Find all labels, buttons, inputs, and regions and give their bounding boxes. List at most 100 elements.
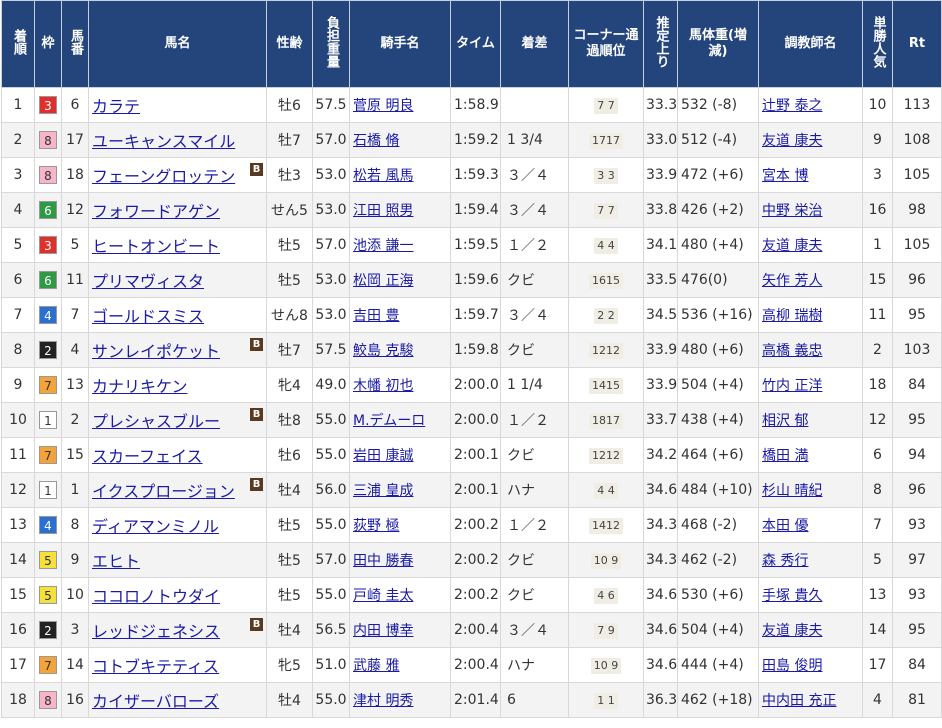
corner-cell: 10 9	[568, 647, 644, 683]
trainer-name-link[interactable]: 友道 康夫	[762, 623, 822, 639]
umaban-cell: 14	[61, 647, 89, 683]
horse-cell: エヒト	[88, 542, 267, 578]
horse-name-link[interactable]: カイザーバローズ	[92, 692, 219, 711]
jockey-name-link[interactable]: 江田 照男	[353, 203, 413, 219]
rank-cell: 2	[1, 122, 35, 158]
jockey-name-link[interactable]: 津村 明秀	[353, 693, 413, 709]
rating-cell: 113	[892, 87, 942, 123]
jockey-name-link[interactable]: 田中 勝春	[353, 553, 413, 569]
waku-badge: 1	[39, 411, 57, 429]
jockey-name-link[interactable]: 菅原 明良	[353, 98, 413, 114]
rating-cell: 81	[892, 682, 942, 718]
margin-cell: クビ	[500, 437, 569, 473]
trainer-name-link[interactable]: 森 秀行	[762, 553, 808, 569]
horse-name-link[interactable]: プリマヴィスタ	[92, 272, 204, 291]
margin-cell	[500, 87, 569, 123]
jockey-cell: 江田 照男	[349, 192, 451, 228]
horse-name-link[interactable]: ココロノトウダイ	[92, 587, 220, 606]
popularity-cell: 4	[862, 682, 893, 718]
jockey-name-link[interactable]: 松若 風馬	[353, 168, 413, 184]
popularity-cell: 9	[862, 122, 893, 158]
last3f-cell: 34.6	[643, 647, 678, 683]
trainer-name-link[interactable]: 中内田 充正	[762, 693, 836, 709]
jockey-name-link[interactable]: 荻野 極	[353, 518, 399, 534]
jockey-name-link[interactable]: 三浦 皇成	[353, 483, 413, 499]
rating-cell: 105	[892, 157, 942, 193]
last3f-cell: 34.6	[643, 472, 678, 508]
horse-name-link[interactable]: フォワードアゲン	[92, 202, 220, 221]
horse-name-link[interactable]: ディアマンミノル	[92, 517, 219, 536]
trainer-cell: 友道 康夫	[758, 227, 863, 263]
corner-cell: 7 7	[568, 87, 644, 123]
trainer-name-link[interactable]: 手塚 貴久	[762, 588, 822, 604]
jockey-name-link[interactable]: 池添 謙一	[353, 238, 413, 254]
jockey-name-link[interactable]: M.デムーロ	[353, 413, 425, 429]
last3f-cell: 33.9	[643, 367, 678, 403]
jockey-name-link[interactable]: 木幡 初也	[353, 378, 413, 394]
waku-badge: 1	[39, 481, 57, 499]
corner-badge: 2 2	[594, 307, 618, 324]
trainer-name-link[interactable]: 辻野 泰之	[762, 98, 822, 114]
jockey-cell: 荻野 極	[349, 507, 451, 543]
horse-name-link[interactable]: カラテ	[92, 97, 140, 116]
rating-cell: 103	[892, 332, 942, 368]
horse-name-link[interactable]: スカーフェイス	[92, 447, 203, 466]
trainer-name-link[interactable]: 友道 康夫	[762, 133, 822, 149]
trainer-name-link[interactable]: 友道 康夫	[762, 238, 822, 254]
waku-cell: 6	[34, 192, 62, 228]
horse-name-link[interactable]: サンレイポケット	[92, 342, 220, 361]
jockey-name-link[interactable]: 武藤 雅	[353, 658, 399, 674]
waku-badge: 6	[39, 201, 57, 219]
horse-name-link[interactable]: プレシャスブルー	[92, 412, 220, 431]
popularity-cell: 16	[862, 192, 893, 228]
corner-cell: 1615	[568, 262, 644, 298]
margin-cell: ハナ	[500, 472, 569, 508]
horse-name-link[interactable]: レッドジェネシス	[92, 622, 220, 641]
jockey-name-link[interactable]: 内田 博幸	[353, 623, 413, 639]
last3f-cell: 33.8	[643, 192, 678, 228]
horse-name-link[interactable]: カナリキケン	[92, 377, 188, 396]
horse-cell: ユーキャンスマイル	[88, 122, 267, 158]
horse-name-link[interactable]: ゴールドスミス	[92, 307, 204, 326]
body-weight-cell: 512 (-4)	[677, 122, 759, 158]
corner-badge: 1817	[589, 412, 623, 429]
horse-name-link[interactable]: フェーングロッテン	[92, 167, 235, 186]
jockey-name-link[interactable]: 吉田 豊	[353, 308, 399, 324]
rating-cell: 84	[892, 647, 942, 683]
horse-name-link[interactable]: エヒト	[92, 552, 140, 571]
horse-name-link[interactable]: ヒートオンビート	[92, 237, 220, 256]
trainer-name-link[interactable]: 本田 優	[762, 518, 808, 534]
horse-name-link[interactable]: コトブキテティス	[92, 657, 219, 676]
trainer-name-link[interactable]: 竹内 正洋	[762, 378, 822, 394]
waku-cell: 7	[34, 367, 62, 403]
trainer-name-link[interactable]: 高柳 瑞樹	[762, 308, 822, 324]
table-row: 1 3 6 カラテ 牡6 57.5 菅原 明良 1:58.9 7 7 33.3 532 (-8) 辻野…	[1, 87, 942, 123]
jockey-name-link[interactable]: 鮫島 克駿	[353, 343, 413, 359]
jockey-name-link[interactable]: 戸崎 圭太	[353, 588, 413, 604]
trainer-cell: 高橋 義忠	[758, 332, 863, 368]
corner-cell: 1717	[568, 122, 644, 158]
trainer-name-link[interactable]: 橋田 満	[762, 448, 808, 464]
trainer-name-link[interactable]: 中野 栄治	[762, 203, 822, 219]
waku-badge: 7	[39, 376, 57, 394]
trainer-name-link[interactable]: 杉山 晴紀	[762, 483, 822, 499]
jockey-name-link[interactable]: 石橋 脩	[353, 133, 399, 149]
jockey-name-link[interactable]: 岩田 康誠	[353, 448, 413, 464]
trainer-name-link[interactable]: 宮本 博	[762, 168, 808, 184]
time-cell: 2:00.2	[450, 507, 501, 543]
rating-cell: 94	[892, 437, 942, 473]
corner-cell: 1212	[568, 332, 644, 368]
horse-name-link[interactable]: ユーキャンスマイル	[92, 132, 235, 151]
jockey-name-link[interactable]: 松岡 正海	[353, 273, 413, 289]
header-rt: Rt	[892, 0, 942, 88]
trainer-name-link[interactable]: 矢作 芳人	[762, 273, 822, 289]
sexage-cell: 牡6	[266, 437, 313, 473]
horse-cell: スカーフェイス	[88, 437, 267, 473]
table-row: 13 4 8 ディアマンミノル 牡5 55.0 荻野 極 2:00.2 １／２ 1412 34.3 4…	[1, 507, 942, 543]
trainer-name-link[interactable]: 田島 俊明	[762, 658, 822, 674]
horse-name-link[interactable]: イクスプロージョン	[92, 482, 235, 501]
blinker-icon: B	[250, 163, 263, 176]
corner-badge: 10 9	[590, 657, 622, 674]
trainer-name-link[interactable]: 相沢 郁	[762, 413, 808, 429]
trainer-name-link[interactable]: 高橋 義忠	[762, 343, 822, 359]
